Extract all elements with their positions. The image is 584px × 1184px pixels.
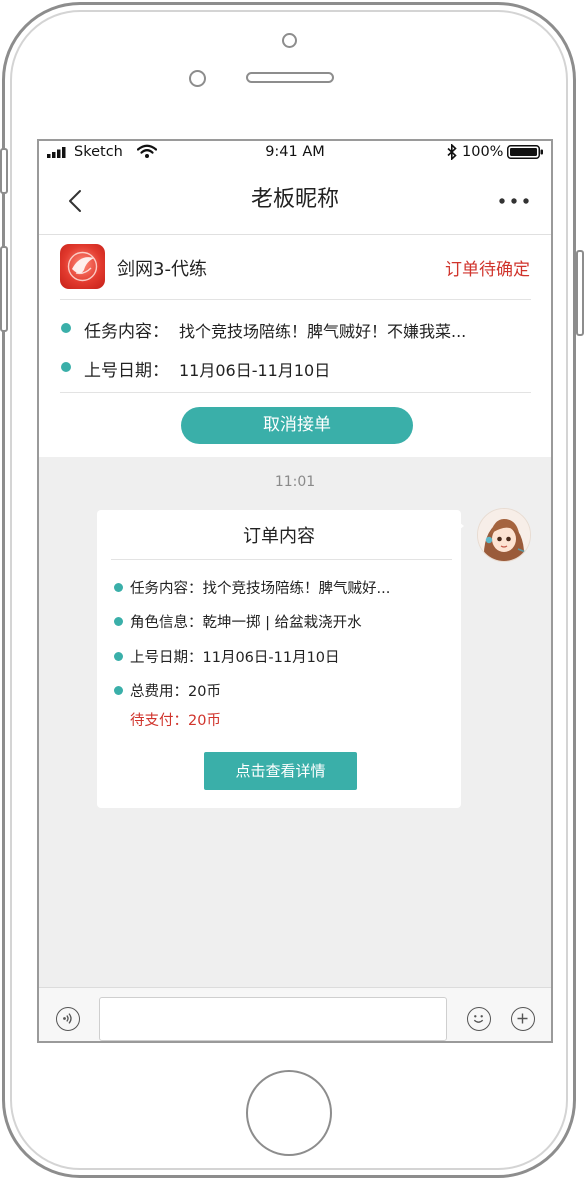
emoji-icon[interactable]	[467, 1007, 491, 1031]
order-summary: 剑网3-代练 订单待确定 任务内容： 找个竞技场陪练！脾气贼好！不嫌我菜... …	[39, 235, 551, 457]
bubble-tail	[455, 519, 464, 533]
message-input[interactable]	[99, 997, 447, 1041]
order-content-card: 订单内容 任务内容：找个竞技场陪练！脾气贼好... 角色信息：乾坤一掷 | 给盆…	[97, 510, 461, 808]
bullet-dot	[61, 362, 71, 372]
screen: Sketch 9:41 AM 100% 老板昵称 剑网3-代练 订单待确定 任务…	[37, 139, 553, 1043]
avatar[interactable]	[477, 508, 531, 562]
add-icon[interactable]	[511, 1007, 535, 1031]
cancel-order-button[interactable]: 取消接单	[181, 407, 413, 444]
home-button[interactable]	[246, 1070, 332, 1156]
earpiece-speaker	[246, 72, 334, 83]
divider	[60, 392, 531, 393]
voice-icon[interactable]	[56, 1007, 80, 1031]
front-camera	[282, 33, 297, 48]
card-pending: 待支付：20币	[130, 713, 221, 729]
bluetooth-icon	[447, 144, 457, 160]
task-label: 任务内容：	[84, 322, 169, 342]
bullet-dot	[61, 323, 71, 333]
card-fee: 总费用：20币	[130, 684, 221, 700]
card-date: 上号日期：11月06日-11月10日	[130, 650, 340, 666]
game-name: 剑网3-代练	[117, 259, 207, 280]
battery-percent: 100%	[462, 144, 504, 160]
bullet-dot	[114, 617, 123, 626]
page-title: 老板昵称	[250, 187, 339, 212]
divider	[60, 299, 531, 300]
volume-up-button	[0, 246, 8, 332]
date-value: 11月06日-11月10日	[179, 361, 331, 380]
order-status: 订单待确定	[445, 260, 530, 280]
card-role: 角色信息：乾坤一掷 | 给盆栽浇开水	[130, 615, 362, 631]
navigation-bar: 老板昵称	[39, 165, 551, 235]
game-logo-icon	[60, 244, 105, 289]
chat-timestamp: 11:01	[274, 474, 316, 490]
battery-icon	[507, 145, 543, 159]
date-label: 上号日期：	[84, 361, 169, 381]
power-button	[576, 250, 584, 336]
card-title: 订单内容	[243, 526, 315, 547]
view-details-button[interactable]: 点击查看详情	[204, 752, 357, 790]
status-bar: Sketch 9:41 AM 100%	[39, 141, 551, 165]
task-value: 找个竞技场陪练！脾气贼好！不嫌我菜...	[179, 322, 467, 341]
bullet-dot	[114, 652, 123, 661]
message-input-bar	[39, 987, 551, 1041]
mute-switch	[0, 148, 8, 194]
proximity-sensor	[189, 70, 206, 87]
card-task: 任务内容：找个竞技场陪练！脾气贼好...	[130, 581, 391, 597]
bullet-dot	[114, 686, 123, 695]
divider	[111, 559, 452, 560]
more-icon[interactable]	[499, 198, 529, 204]
bullet-dot	[114, 583, 123, 592]
